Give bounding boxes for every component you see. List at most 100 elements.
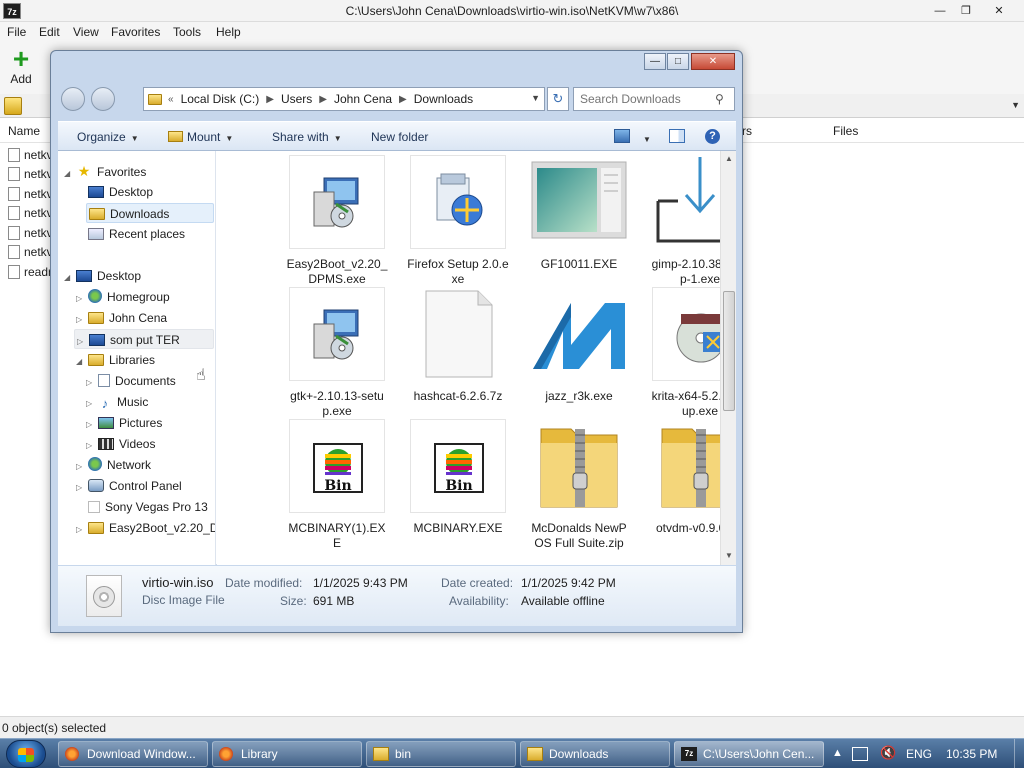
chevron-right-icon[interactable]: ▷ <box>86 373 96 393</box>
dialog-close-button[interactable]: ✕ <box>691 53 735 70</box>
share-with-button[interactable]: Share with ▼ <box>272 130 342 144</box>
nav-sony-vegas[interactable]: Sony Vegas Pro 13 <box>88 497 208 517</box>
new-folder-button[interactable]: New folder <box>371 130 428 144</box>
nav-homegroup[interactable]: ▷ Homegroup <box>76 287 170 307</box>
taskbar-item-bin[interactable]: bin <box>366 741 516 767</box>
chevron-right-icon[interactable]: ▷ <box>76 520 86 540</box>
preview-pane-icon[interactable] <box>669 129 685 143</box>
breadcrumb-separator[interactable]: ▶ <box>319 94 327 105</box>
scrollbar-thumb[interactable] <box>723 291 735 411</box>
nav-desktop-favorite[interactable]: Desktop <box>88 182 153 202</box>
col-files[interactable]: Files <box>833 124 858 138</box>
nav-recent-places[interactable]: Recent places <box>88 224 185 244</box>
nav-john-cena[interactable]: ▷ John Cena <box>76 308 167 328</box>
col-name[interactable]: Name <box>8 124 40 138</box>
back-button[interactable] <box>61 87 85 111</box>
file-tile[interactable]: McDonalds NewPOS Full Suite.zip <box>524 419 634 550</box>
chevron-right-icon[interactable]: ▷ <box>86 436 96 456</box>
menu-help[interactable]: Help <box>216 25 241 39</box>
network-tray-icon[interactable] <box>852 747 868 761</box>
mount-button[interactable]: Mount ▼ <box>168 130 233 144</box>
chevron-down-icon[interactable]: ▼ <box>531 93 540 103</box>
breadcrumb-local-disk[interactable]: Local Disk (C:) <box>181 92 260 106</box>
add-button[interactable]: + Add <box>7 45 35 87</box>
bg-minimize-button[interactable]: — <box>926 2 954 20</box>
nav-pictures[interactable]: ▷ Pictures <box>86 413 162 433</box>
taskbar-item-library[interactable]: Library <box>212 741 362 767</box>
help-icon[interactable]: ? <box>705 129 720 144</box>
show-hidden-icons-icon[interactable]: ▲ <box>832 747 843 759</box>
taskbar-item-downloads[interactable]: Downloads <box>520 741 670 767</box>
list-item[interactable]: netkv <box>8 165 53 185</box>
nav-network[interactable]: ▷ Network <box>76 455 151 475</box>
bg-maximize-button[interactable]: ❐ <box>952 2 980 20</box>
bg-close-button[interactable]: ✕ <box>985 2 1013 20</box>
nav-music[interactable]: ▷ ♪ Music <box>86 392 148 412</box>
dialog-minimize-button[interactable]: — <box>644 53 666 70</box>
organize-button[interactable]: Organize ▼ <box>77 130 139 144</box>
nav-control-panel[interactable]: ▷ Control Panel <box>76 476 182 496</box>
search-input[interactable] <box>573 87 735 111</box>
chevron-right-icon[interactable]: ▷ <box>86 394 96 414</box>
chevron-down-icon[interactable]: ◢ <box>64 268 74 288</box>
file-tile[interactable]: gtk+-2.10.13-setup.exe <box>282 287 392 418</box>
refresh-button[interactable]: ↻ <box>547 87 569 111</box>
nav-videos[interactable]: ▷ Videos <box>86 434 155 454</box>
file-tile[interactable]: Bin MCBINARY(1).EXE <box>282 419 392 550</box>
chevron-down-icon[interactable]: ◢ <box>64 164 74 184</box>
file-tile[interactable]: jazz_r3k.exe <box>524 287 634 404</box>
chevron-down-icon[interactable]: ◢ <box>76 352 86 372</box>
chevron-right-icon[interactable]: ▷ <box>76 310 86 330</box>
nav-favorites[interactable]: ◢ ★ Favorites <box>64 161 146 181</box>
scroll-down-arrow[interactable]: ▼ <box>721 551 737 560</box>
dialog-maximize-button[interactable]: □ <box>667 53 689 70</box>
scroll-up-arrow[interactable]: ▲ <box>721 154 737 163</box>
nav-libraries[interactable]: ◢ Libraries <box>76 350 155 370</box>
list-item[interactable]: readr <box>8 262 53 282</box>
show-desktop-button[interactable] <box>1014 739 1024 768</box>
menu-edit[interactable]: Edit <box>39 25 60 39</box>
breadcrumb-separator[interactable]: ▶ <box>266 94 274 105</box>
taskbar-item-download-window[interactable]: Download Window... <box>58 741 208 767</box>
list-item[interactable]: netkv <box>8 184 53 204</box>
start-button[interactable] <box>6 740 46 768</box>
menu-favorites[interactable]: Favorites <box>111 25 160 39</box>
list-item[interactable]: netkv <box>8 145 53 165</box>
up-folder-icon[interactable] <box>4 97 22 115</box>
breadcrumb-users[interactable]: Users <box>281 92 312 106</box>
menu-tools[interactable]: Tools <box>173 25 201 39</box>
chevron-right-icon[interactable]: ▷ <box>76 478 86 498</box>
file-tile[interactable]: krita-x64-5.2.6-setup.exe <box>645 287 720 418</box>
menu-file[interactable]: File <box>7 25 26 39</box>
breadcrumb-separator[interactable]: ▶ <box>399 94 407 105</box>
volume-muted-icon[interactable]: 🔇 <box>880 745 896 761</box>
file-tile[interactable]: Firefox Setup 2.0.exe <box>403 155 513 286</box>
chevron-right-icon[interactable]: ▷ <box>76 457 86 477</box>
breadcrumb-overflow[interactable]: « <box>168 94 174 105</box>
file-tile[interactable]: Bin MCBINARY.EXE <box>403 419 513 536</box>
chevron-right-icon[interactable]: ▷ <box>77 332 87 352</box>
menu-view[interactable]: View <box>73 25 99 39</box>
file-tile[interactable]: hashcat-6.2.6.7z <box>403 287 513 404</box>
nav-computer[interactable]: ▷ som put TER <box>74 329 214 349</box>
search-icon[interactable]: ⚲ <box>715 92 724 106</box>
file-tile[interactable]: GF10011.EXE <box>524 155 634 272</box>
list-item[interactable]: netkv <box>8 243 53 263</box>
chevron-right-icon[interactable]: ▷ <box>76 289 86 309</box>
list-item[interactable]: netkv <box>8 204 53 224</box>
file-tile[interactable]: otvdm-v0.9.0.zip <box>645 419 720 536</box>
view-options-icon[interactable] <box>614 129 630 143</box>
nav-documents[interactable]: ▷ Documents <box>86 371 176 391</box>
breadcrumb-downloads[interactable]: Downloads <box>414 92 473 106</box>
col-folders[interactable]: rs <box>742 124 752 138</box>
forward-button[interactable] <box>91 87 115 111</box>
clock[interactable]: 10:35 PM <box>946 747 997 761</box>
nav-easy2boot[interactable]: ▷ Easy2Boot_v2.20_DP <box>76 518 215 540</box>
chevron-down-icon[interactable]: ▼ <box>1011 100 1020 110</box>
view-dropdown-button[interactable]: ▼ <box>638 131 651 145</box>
breadcrumb-john-cena[interactable]: John Cena <box>334 92 392 106</box>
nav-desktop[interactable]: ◢ Desktop <box>64 266 141 286</box>
taskbar-item-7zip[interactable]: 7z C:\Users\John Cen... <box>674 741 824 767</box>
list-item[interactable]: netkv <box>8 223 53 243</box>
language-indicator[interactable]: ENG <box>906 747 932 761</box>
